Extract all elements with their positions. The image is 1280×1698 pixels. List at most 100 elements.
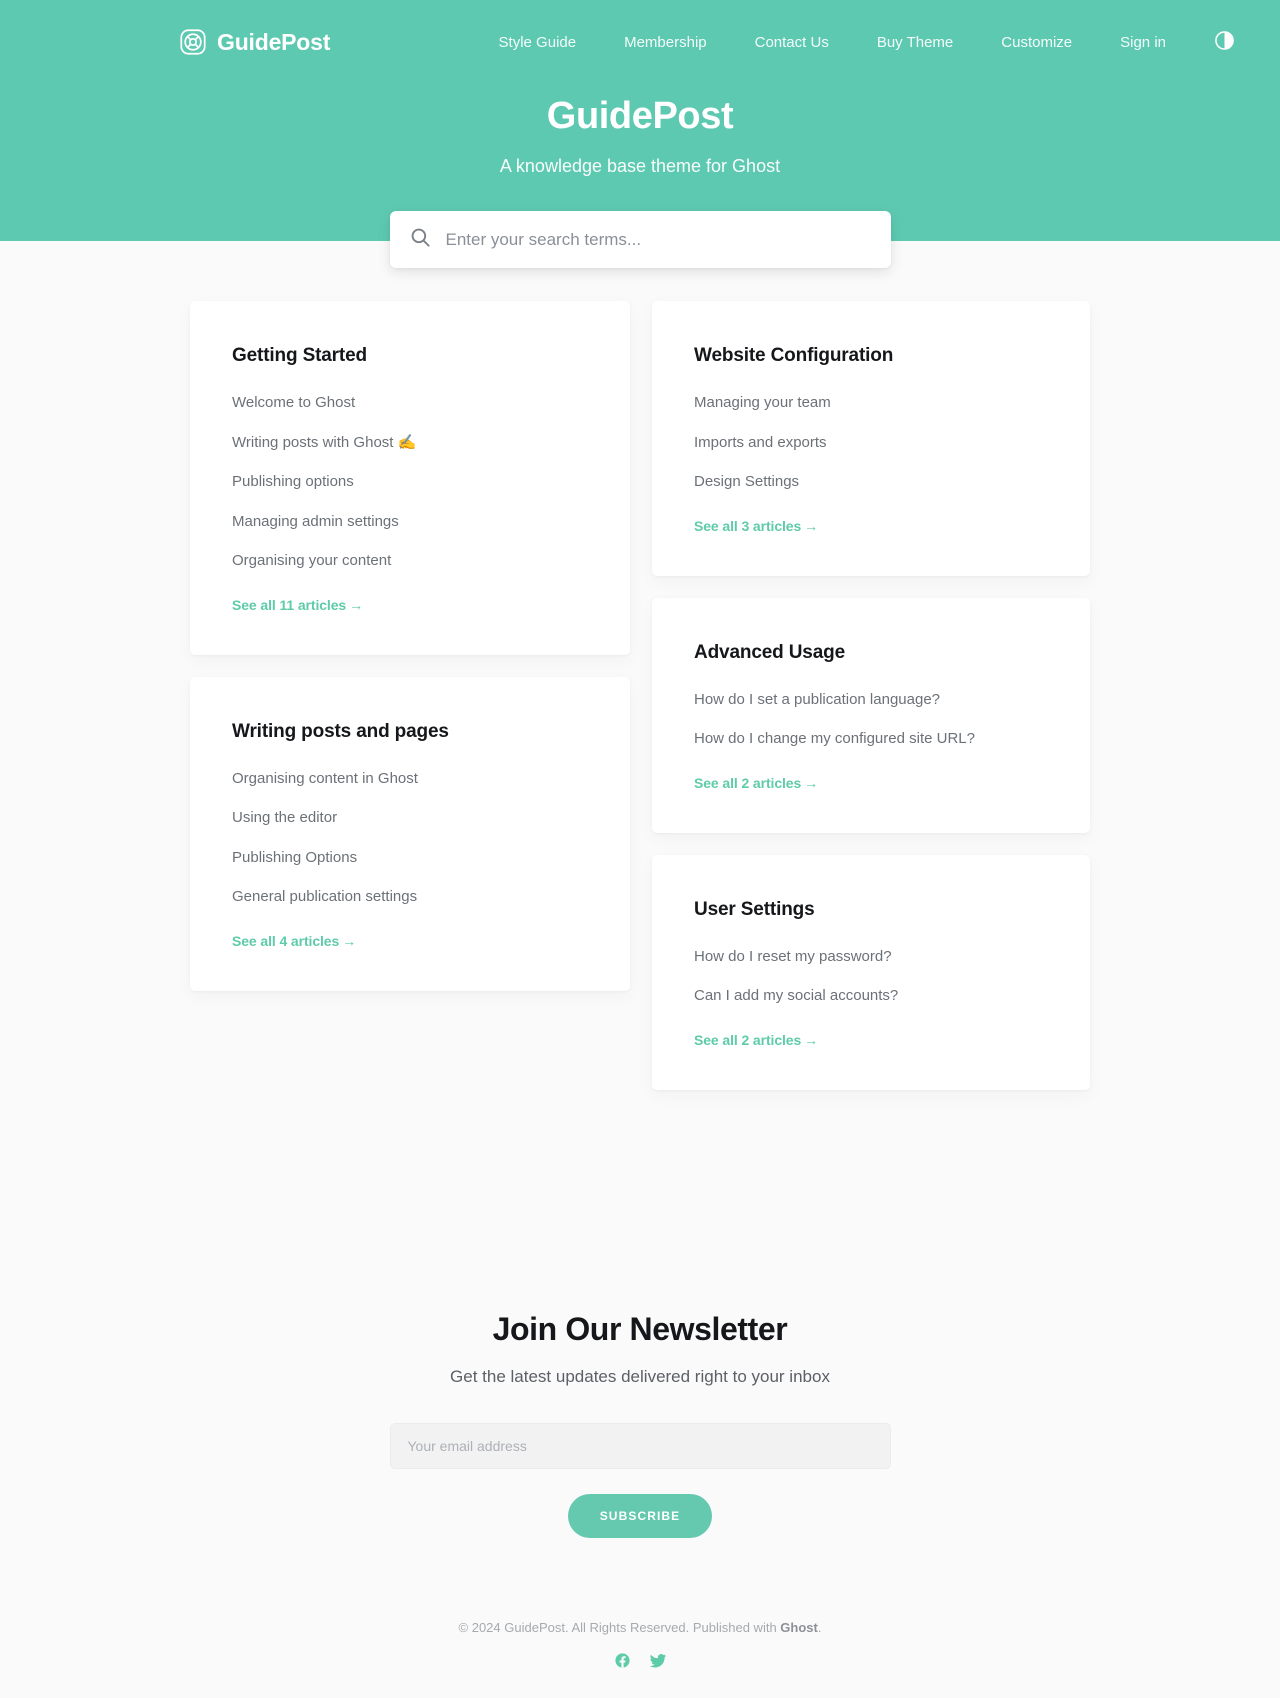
search-box[interactable] <box>389 211 891 268</box>
list-item[interactable]: Publishing options <box>232 472 588 492</box>
search-container <box>0 211 1280 268</box>
see-all-label: See all 2 articles <box>694 1031 802 1048</box>
dark-mode-toggle-button[interactable] <box>1214 31 1234 53</box>
search-icon <box>410 227 431 253</box>
see-all-articles-link[interactable]: See all 3 articles → <box>694 518 818 534</box>
article-link[interactable]: Using the editor <box>232 809 337 826</box>
nav-link-buy-theme[interactable]: Buy Theme <box>853 26 977 59</box>
list-item[interactable]: Managing admin settings <box>232 512 588 532</box>
card-getting-started: Getting Started Welcome to Ghost Writing… <box>190 301 630 655</box>
copyright-suffix: . <box>817 1620 822 1635</box>
nav-item-buy-theme[interactable]: Buy Theme <box>853 26 977 59</box>
article-link[interactable]: Organising content in Ghost <box>232 770 418 787</box>
nav-link-contact-us[interactable]: Contact Us <box>731 26 853 59</box>
article-link[interactable]: Design Settings <box>694 473 799 490</box>
nav-link-style-guide[interactable]: Style Guide <box>475 26 601 59</box>
hero-subtitle: A knowledge base theme for Ghost <box>499 155 781 176</box>
article-link[interactable]: Managing admin settings <box>232 513 399 530</box>
article-link[interactable]: How do I reset my password? <box>694 948 892 965</box>
facebook-link[interactable] <box>614 1652 631 1670</box>
nav-links: Style Guide Membership Contact Us Buy Th… <box>475 26 1190 59</box>
hero-body: GuidePost A knowledge base theme for Gho… <box>0 84 1280 177</box>
nav-item-style-guide[interactable]: Style Guide <box>475 26 601 59</box>
half-circle-dark-mode-icon <box>1214 31 1234 53</box>
nav-link-sign-in[interactable]: Sign in <box>1096 26 1190 59</box>
arrow-right-icon: → <box>804 1031 819 1048</box>
see-all-articles-link[interactable]: See all 2 articles → <box>694 1032 818 1048</box>
article-link[interactable]: General publication settings <box>232 888 417 905</box>
card-article-list: Welcome to Ghost Writing posts with Ghos… <box>232 393 588 571</box>
article-link[interactable]: Writing posts with Ghost ✍️ <box>232 434 416 451</box>
brand-name: GuidePost <box>217 28 331 55</box>
list-item[interactable]: Imports and exports <box>694 433 1048 453</box>
list-item[interactable]: Organising your content <box>232 551 588 571</box>
card-title: Advanced Usage <box>694 641 846 663</box>
see-all-articles-link[interactable]: See all 11 articles → <box>232 597 363 613</box>
grid-column-left: Getting Started Welcome to Ghost Writing… <box>190 301 630 991</box>
card-user-settings: User Settings How do I reset my password… <box>652 854 1090 1090</box>
copyright-prefix: © 2024 GuidePost. All Rights Reserved. P… <box>458 1620 781 1635</box>
list-item[interactable]: How do I set a publication language? <box>694 690 1048 710</box>
social-links <box>0 1652 1280 1670</box>
article-link[interactable]: Imports and exports <box>694 434 827 451</box>
nav-item-sign-in[interactable]: Sign in <box>1096 26 1190 59</box>
nav-item-membership[interactable]: Membership <box>600 26 731 59</box>
card-article-list: Organising content in Ghost Using the ed… <box>232 769 588 907</box>
arrow-right-icon: → <box>349 596 363 613</box>
list-item[interactable]: Design Settings <box>694 472 1048 492</box>
article-link[interactable]: Welcome to Ghost <box>232 394 355 411</box>
list-item[interactable]: How do I reset my password? <box>694 947 1048 967</box>
newsletter-title: Join Our Newsletter <box>492 1311 788 1347</box>
card-title: Writing posts and pages <box>232 720 449 742</box>
article-link[interactable]: Publishing options <box>232 473 354 490</box>
list-item[interactable]: Managing your team <box>694 393 1048 413</box>
subscribe-button[interactable]: SUBSCRIBE <box>567 1494 713 1538</box>
list-item[interactable]: Organising content in Ghost <box>232 769 588 789</box>
list-item[interactable]: Welcome to Ghost <box>232 393 588 413</box>
list-item[interactable]: Writing posts with Ghost ✍️ <box>232 433 588 453</box>
see-all-label: See all 11 articles <box>232 596 347 613</box>
article-link[interactable]: Publishing Options <box>232 849 357 866</box>
see-all-articles-link[interactable]: See all 4 articles → <box>232 933 356 949</box>
article-link[interactable]: Organising your content <box>232 552 391 569</box>
article-link[interactable]: How do I change my configured site URL? <box>694 730 975 747</box>
newsletter-subtitle: Get the latest updates delivered right t… <box>450 1367 830 1386</box>
see-all-label: See all 4 articles <box>232 932 340 949</box>
brand-logo-link[interactable]: GuidePost <box>180 29 330 56</box>
nav-item-contact-us[interactable]: Contact Us <box>731 26 853 59</box>
list-item[interactable]: Using the editor <box>232 808 588 828</box>
main-content: Getting Started Welcome to Ghost Writing… <box>0 241 1280 1121</box>
list-item[interactable]: Can I add my social accounts? <box>694 986 1048 1006</box>
card-title: Getting Started <box>232 345 367 366</box>
grid-column-right: Website Configuration Managing your team… <box>652 301 1090 1090</box>
email-field[interactable] <box>389 1423 891 1469</box>
nav-item-customize[interactable]: Customize <box>977 26 1096 59</box>
ghost-link[interactable]: Ghost <box>780 1620 818 1635</box>
twitter-link[interactable] <box>649 1652 667 1670</box>
arrow-right-icon: → <box>804 774 819 791</box>
nav-link-membership[interactable]: Membership <box>600 26 731 59</box>
card-article-list: How do I reset my password? Can I add my… <box>694 947 1048 1006</box>
list-item[interactable]: How do I change my configured site URL? <box>694 729 1048 749</box>
newsletter-form: SUBSCRIBE <box>0 1423 1280 1538</box>
main-navigation: GuidePost Style Guide Membership Contact… <box>0 0 1280 84</box>
site-header: GuidePost Style Guide Membership Contact… <box>0 0 1280 268</box>
card-writing-posts-and-pages: Writing posts and pages Organising conte… <box>190 676 630 991</box>
article-link[interactable]: How do I set a publication language? <box>694 691 940 708</box>
article-link[interactable]: Can I add my social accounts? <box>694 987 898 1004</box>
see-all-label: See all 3 articles <box>694 517 802 534</box>
article-link[interactable]: Managing your team <box>694 394 831 411</box>
copyright-text: © 2024 GuidePost. All Rights Reserved. P… <box>0 1620 1280 1635</box>
card-article-list: Managing your team Imports and exports D… <box>694 393 1048 492</box>
card-title: User Settings <box>694 898 815 920</box>
see-all-articles-link[interactable]: See all 2 articles → <box>694 775 818 791</box>
list-item[interactable]: Publishing Options <box>232 848 588 868</box>
list-item[interactable]: General publication settings <box>232 887 588 907</box>
page-title: GuidePost <box>546 95 734 137</box>
card-website-configuration: Website Configuration Managing your team… <box>652 301 1090 576</box>
newsletter-section: Join Our Newsletter Get the latest updat… <box>0 1121 1280 1598</box>
see-all-label: See all 2 articles <box>694 774 802 791</box>
card-title: Website Configuration <box>694 345 894 366</box>
search-input[interactable] <box>445 211 871 268</box>
nav-link-customize[interactable]: Customize <box>977 26 1096 59</box>
